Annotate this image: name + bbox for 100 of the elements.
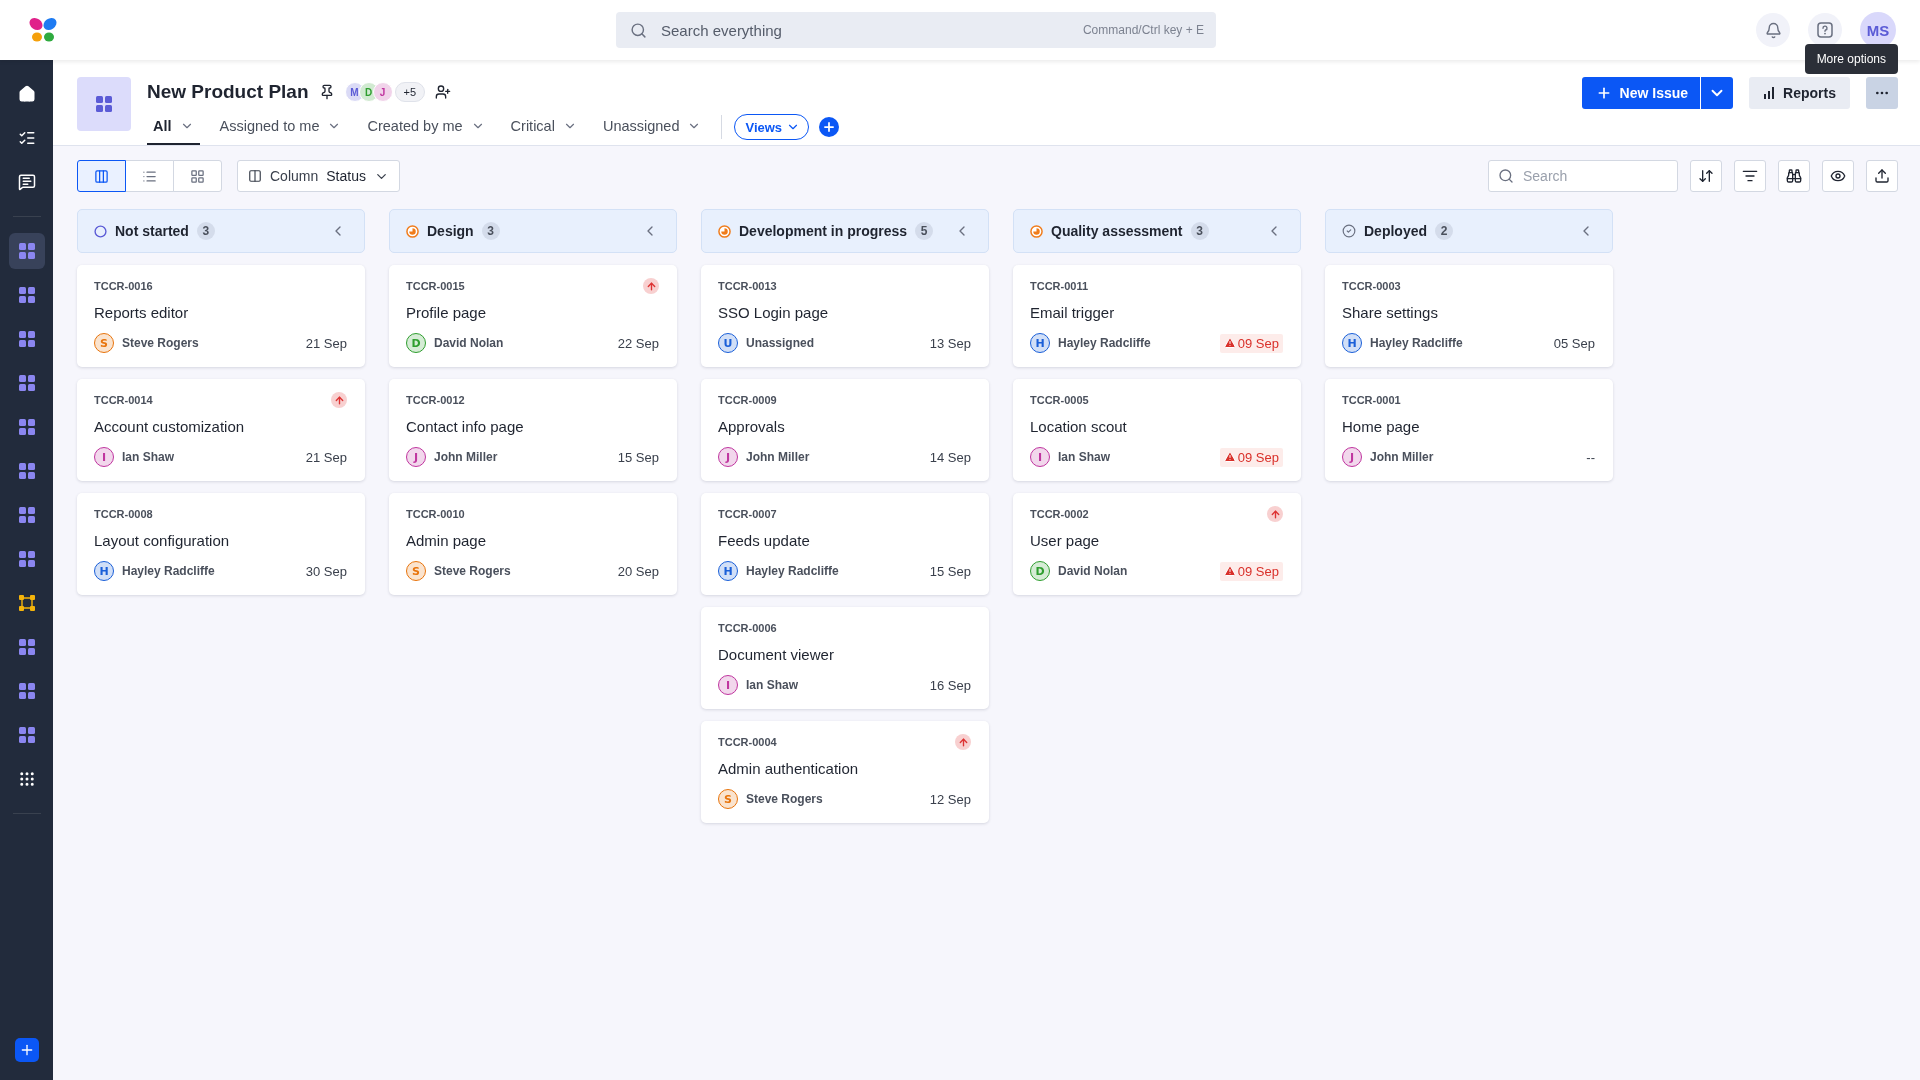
project-title: New Product Plan (147, 81, 309, 103)
issue-card[interactable]: TCCR-0010 Admin page S Steve Rogers 20 Sep (389, 493, 677, 595)
assignee-name: Steve Rogers (122, 336, 199, 350)
grid-icon (18, 551, 35, 567)
visibility-button[interactable] (1822, 160, 1854, 192)
issue-card[interactable]: TCCR-0014 Account customization I Ian Shaw 21 Sep (77, 379, 365, 481)
view-mode-button[interactable] (77, 160, 126, 192)
filter-tab[interactable]: Unassigned (596, 109, 708, 145)
sort-button[interactable] (1690, 160, 1722, 192)
issue-card[interactable]: TCCR-0013 SSO Login page U Unassigned 13 Sep (701, 265, 989, 367)
assignee-avatar: J (406, 447, 426, 467)
column-title: Quality assessment (1051, 223, 1183, 239)
filter-tab[interactable]: Created by me (361, 109, 491, 145)
search-field[interactable]: Search (1488, 160, 1678, 192)
filter-icon (1742, 168, 1758, 184)
assignee-name: Ian Shaw (746, 678, 798, 692)
due-date: 21 Sep (305, 335, 347, 351)
issue-card[interactable]: TCCR-0011 Email trigger H Hayley Radcliffe 09 Sep (1013, 265, 1301, 367)
issue-card[interactable]: TCCR-0002 User page D David Nolan 09 Sep (1013, 493, 1301, 595)
assignee-avatar: J (1342, 447, 1362, 467)
reports-button[interactable]: Reports (1749, 77, 1850, 109)
done-status-icon (1342, 224, 1356, 238)
add-view-button[interactable] (819, 117, 840, 137)
grid-view-icon (190, 168, 205, 184)
sort-icon (1698, 168, 1714, 184)
in-progress-icon (406, 224, 419, 238)
issue-card[interactable]: TCCR-0006 Document viewer I Ian Shaw 16 Sep (701, 607, 989, 709)
issue-card[interactable]: TCCR-0015 Profile page D David Nolan 22 Sep (389, 265, 677, 367)
notifications-button[interactable] (1756, 13, 1790, 47)
issue-card[interactable]: TCCR-0007 Feeds update H Hayley Radcliffe 15 Sep (701, 493, 989, 595)
assignee-avatar: S (94, 333, 114, 353)
issue-card[interactable]: TCCR-0012 Contact info page J John Miller 15 Sep (389, 379, 677, 481)
group-by-dropdown[interactable]: Column Status (237, 160, 400, 192)
issue-card[interactable]: TCCR-0016 Reports editor S Steve Rogers 21 Sep (77, 265, 365, 367)
checklist-icon (17, 129, 36, 147)
more-members-badge: +5 (394, 82, 426, 102)
filter-tab[interactable]: Assigned to me (213, 109, 348, 145)
issue-id: TCCR-0001 (1342, 394, 1401, 406)
assignee-name: Hayley Radcliffe (746, 564, 839, 578)
group-value: Status (326, 168, 366, 184)
network-icon (18, 595, 35, 611)
new-issue-menu-button[interactable] (1700, 77, 1734, 109)
assignee-avatar: D (406, 333, 426, 353)
due-date: -- (1586, 449, 1595, 465)
issue-id: TCCR-0008 (94, 508, 153, 520)
add-button[interactable] (14, 1038, 39, 1062)
due-date: 30 Sep (305, 563, 347, 579)
due-date: 21 Sep (305, 449, 347, 465)
assignee-name: John Miller (1370, 450, 1434, 464)
due-date: 14 Sep (929, 449, 971, 465)
open-status-icon (94, 224, 107, 238)
issue-card[interactable]: TCCR-0001 Home page J John Miller -- (1325, 379, 1613, 481)
issue-card[interactable]: TCCR-0008 Layout configuration H Hayley Radcliffe 30 Sep (77, 493, 365, 595)
find-button[interactable] (1778, 160, 1810, 192)
chat-icon (17, 173, 36, 191)
issue-card[interactable]: TCCR-0009 Approvals J John Miller 14 Sep (701, 379, 989, 481)
new-issue-button[interactable]: New Issue (1581, 77, 1701, 109)
export-button[interactable] (1866, 160, 1898, 192)
count-badge: 3 (196, 222, 215, 240)
filter-tab[interactable]: All (147, 109, 200, 145)
bar-chart-icon (1763, 87, 1776, 99)
grid-icon (18, 507, 35, 523)
issue-id: TCCR-0011 (1030, 280, 1089, 292)
filter-tab[interactable]: Critical (504, 109, 583, 145)
help-button[interactable] (1808, 13, 1842, 47)
count-badge: 5 (915, 222, 934, 240)
assignee-avatar: H (718, 561, 738, 581)
assignee-name: David Nolan (1058, 564, 1128, 578)
plus-icon (822, 120, 837, 134)
help-icon (1817, 22, 1833, 38)
assignee-avatar: S (406, 561, 426, 581)
tooltip: More options (1804, 44, 1898, 74)
issue-title: Admin page (406, 532, 488, 549)
count-badge: 2 (1435, 222, 1453, 240)
issue-id: TCCR-0010 (406, 508, 465, 520)
grid-icon (18, 683, 35, 699)
assignee-avatar: H (1342, 333, 1362, 353)
board-view-icon (94, 168, 109, 184)
assignee-avatar: J (718, 447, 738, 467)
issue-card[interactable]: TCCR-0003 Share settings H Hayley Radcliffe 05 Sep (1325, 265, 1613, 367)
binoculars-icon (1786, 168, 1802, 184)
issue-card[interactable]: TCCR-0005 Location scout I Ian Shaw 09 Sep (1013, 379, 1301, 481)
issue-title: Account customization (94, 418, 246, 435)
filter-button[interactable] (1734, 160, 1766, 192)
due-date: 22 Sep (617, 335, 659, 351)
issue-title: Layout configuration (94, 532, 231, 549)
issue-title: Document viewer (718, 646, 835, 663)
shortcut-hint: Command/Ctrl key + E (1082, 23, 1204, 37)
issue-card[interactable]: TCCR-0004 Admin authentication S Steve Rogers 12 Sep (701, 721, 989, 823)
views-button[interactable]: Views (734, 114, 810, 140)
issue-id: TCCR-0012 (406, 394, 465, 406)
assignee-avatar: H (94, 561, 114, 581)
issue-title: Reports editor (94, 304, 190, 321)
count-badge: 3 (481, 222, 500, 240)
assignee-name: Unassigned (746, 336, 814, 350)
assignee-name: John Miller (746, 450, 810, 464)
assignee-avatar: S (718, 789, 738, 809)
eye-icon (1830, 168, 1846, 184)
global-search-field[interactable]: Search everything Command/Ctrl key + E (616, 12, 1216, 48)
column-title: Deployed (1364, 223, 1427, 239)
